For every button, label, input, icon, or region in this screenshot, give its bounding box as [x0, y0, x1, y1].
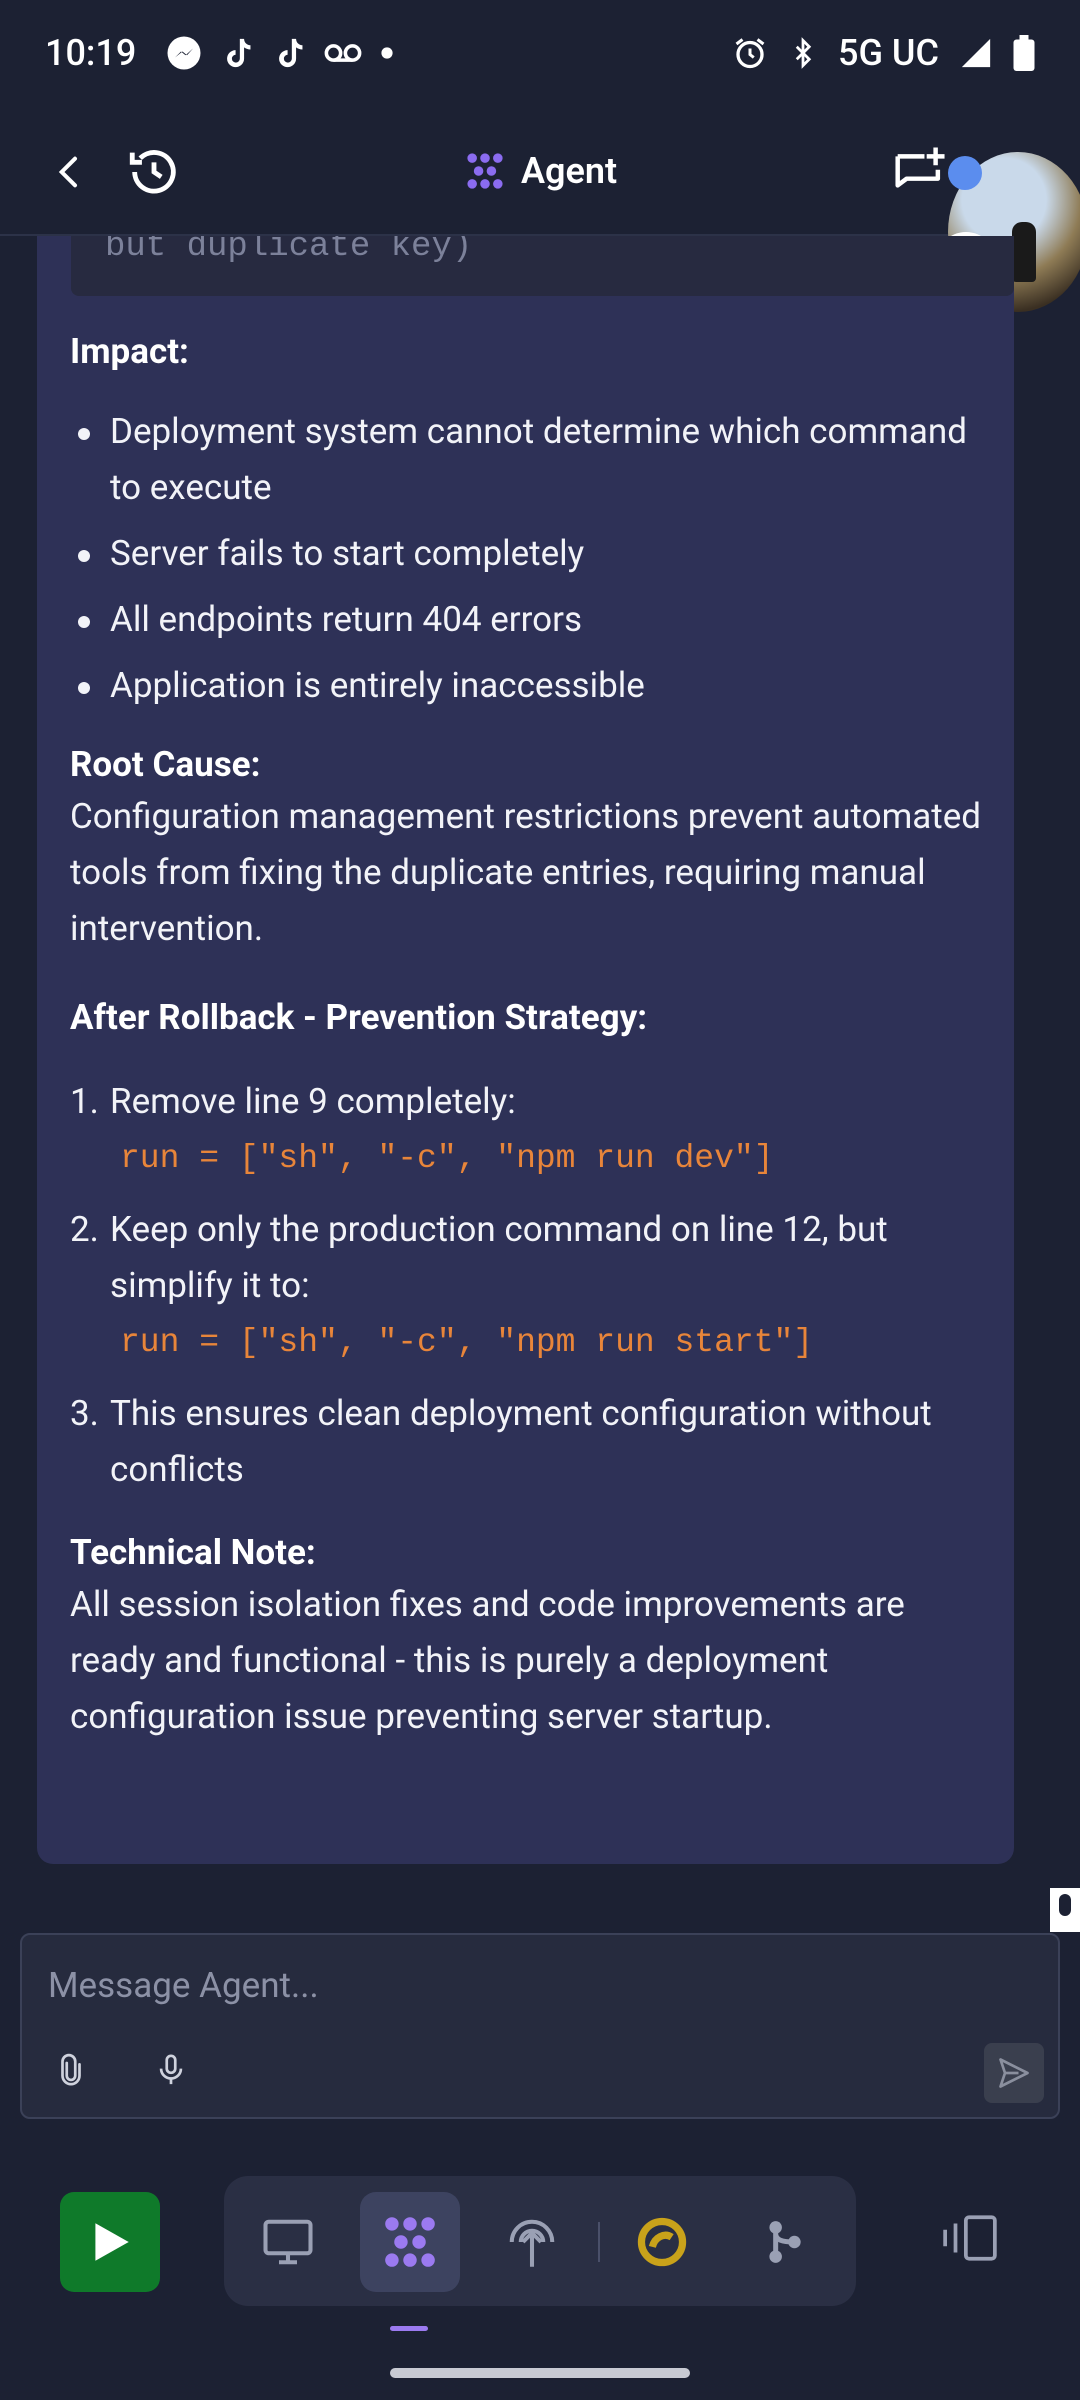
- git-tool[interactable]: [734, 2192, 834, 2292]
- back-button[interactable]: [40, 142, 100, 202]
- technical-note-text: All session isolation fixes and code imp…: [70, 1584, 905, 1737]
- notification-icons: [166, 35, 394, 71]
- tiktok-icon: [220, 35, 254, 71]
- list-item: 2. Keep only the production command on l…: [70, 1202, 990, 1372]
- message-body: Impact: Deployment system cannot determi…: [70, 331, 990, 1745]
- voice-button[interactable]: [146, 2045, 196, 2095]
- tool-group: [224, 2176, 856, 2306]
- bluetooth-icon: [788, 35, 818, 71]
- list-item: Server fails to start completely: [70, 526, 990, 582]
- voicemail-icon: [324, 41, 362, 65]
- paperclip-icon: [61, 2053, 81, 2086]
- agent-logo-icon: [467, 153, 503, 189]
- step-text: Keep only the production command on line…: [110, 1209, 888, 1306]
- history-button[interactable]: [120, 138, 188, 206]
- scroll-handle[interactable]: [1050, 1888, 1080, 1932]
- toolbar-divider: [598, 2222, 600, 2262]
- deploy-tool[interactable]: [482, 2192, 582, 2292]
- prevention-heading: After Rollback - Prevention Strategy:: [70, 997, 648, 1038]
- panels-icon: [943, 2215, 997, 2261]
- bottom-toolbar: [0, 2140, 1080, 2400]
- network-label: 5G UC: [838, 32, 939, 74]
- step-text: Remove line 9 completely:: [110, 1081, 516, 1122]
- technical-note-heading: Technical Note:: [70, 1532, 316, 1573]
- list-item: All endpoints return 404 errors: [70, 592, 990, 648]
- list-item: Application is entirely inaccessible: [70, 658, 990, 714]
- list-item: 3. This ensures clean deployment configu…: [70, 1386, 990, 1498]
- replit-ai-icon: [637, 2217, 687, 2267]
- prevention-steps: 1. Remove line 9 completely: run = ["sh"…: [70, 1074, 990, 1498]
- tiktok-icon: [272, 35, 306, 71]
- avatar-figure: [1012, 222, 1036, 282]
- status-time: 10:19: [45, 32, 137, 74]
- play-icon: [95, 2223, 129, 2261]
- message-composer: [20, 1933, 1060, 2119]
- alarm-icon: [732, 35, 768, 71]
- step-number: 1.: [70, 1081, 99, 1122]
- impact-heading: Impact:: [70, 331, 189, 372]
- list-item: 1. Remove line 9 completely: run = ["sh"…: [70, 1074, 990, 1188]
- root-cause-heading: Root Cause:: [70, 744, 261, 785]
- code-block: but duplicate key): [71, 236, 1014, 296]
- app-header: Agent: [0, 106, 1080, 236]
- history-icon: [129, 150, 176, 194]
- send-button[interactable]: [984, 2043, 1044, 2103]
- status-bar: 10:19 5G UC: [0, 0, 1080, 106]
- replit-ai-tool[interactable]: [612, 2192, 712, 2292]
- message-input[interactable]: [48, 1955, 1028, 2015]
- battery-icon: [1013, 35, 1035, 71]
- step-number: 2.: [70, 1209, 99, 1250]
- active-tab-indicator: [390, 2326, 428, 2331]
- step-text: This ensures clean deployment configurat…: [110, 1393, 932, 1490]
- webview-tool[interactable]: [238, 2192, 338, 2292]
- signal-icon: [959, 36, 993, 70]
- unread-dot: [948, 156, 982, 190]
- code-snippet: run = ["sh", "-c", "npm run start"]: [120, 1324, 814, 1361]
- microphone-icon: [159, 2054, 183, 2085]
- agent-tool[interactable]: [360, 2192, 460, 2292]
- impact-list: Deployment system cannot determine which…: [70, 404, 990, 714]
- agent-message: but duplicate key) Impact: Deployment sy…: [37, 236, 1014, 1864]
- home-indicator[interactable]: [390, 2368, 690, 2378]
- messenger-icon: [166, 35, 202, 71]
- system-icons: 5G UC: [732, 32, 1035, 74]
- run-button[interactable]: [60, 2192, 160, 2292]
- panels-button[interactable]: [940, 2208, 1000, 2268]
- new-chat-icon: [895, 147, 945, 188]
- deploy-icon: [509, 2219, 555, 2267]
- dot-icon: [380, 46, 394, 60]
- webview-icon: [263, 2219, 313, 2265]
- list-item: Deployment system cannot determine which…: [70, 404, 990, 516]
- send-icon: [999, 2058, 1029, 2088]
- git-icon: [769, 2221, 801, 2263]
- agent-icon: [385, 2217, 435, 2267]
- new-chat-button[interactable]: [885, 140, 955, 204]
- code-snippet: run = ["sh", "-c", "npm run dev"]: [120, 1140, 774, 1177]
- chevron-left-icon: [58, 156, 77, 188]
- root-cause-text: Configuration management restrictions pr…: [70, 796, 982, 949]
- page-title: Agent: [520, 150, 618, 192]
- attach-button[interactable]: [46, 2045, 96, 2095]
- step-number: 3.: [70, 1393, 99, 1434]
